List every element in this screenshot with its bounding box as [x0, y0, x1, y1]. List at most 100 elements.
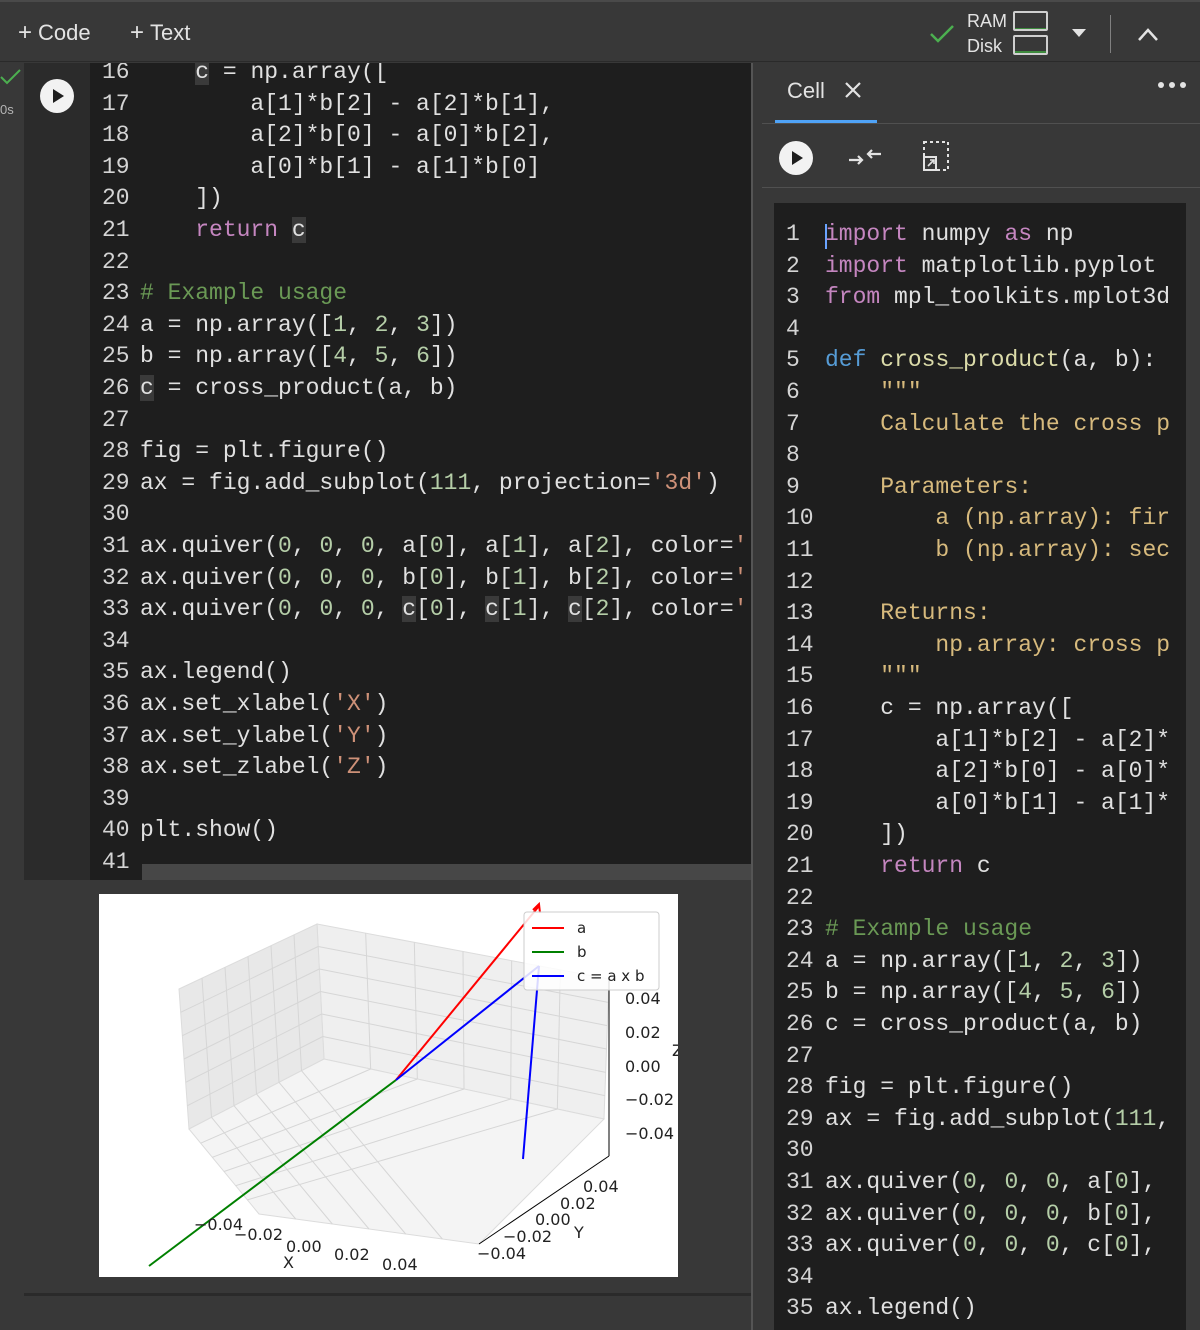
code-line: 9 Parameters: — [786, 472, 1032, 503]
code-line: 5 def cross_product(a, b): — [786, 345, 1156, 376]
code-line: 6 """ — [786, 377, 922, 408]
code-text: ax.quiver(0, 0, 0, c[0], c[1], c[2], col… — [140, 596, 748, 623]
code-text: b = np.array([4, 5, 6]) — [825, 979, 1143, 1006]
line-number: 23 — [786, 916, 814, 943]
move-cell-icon[interactable] — [847, 143, 883, 171]
code-line: 34 — [102, 626, 140, 657]
code-text: # Example usage — [825, 916, 1033, 943]
z-tick-label: 0.00 — [625, 1057, 661, 1076]
code-line: 27 — [786, 1041, 825, 1072]
code-text: ax.legend() — [825, 1295, 977, 1322]
execution-time: 0s — [0, 102, 14, 117]
y-tick-label: 0.04 — [583, 1177, 619, 1196]
code-text: b = np.array([4, 5, 6]) — [140, 343, 458, 370]
code-text: ax.quiver(0, 0, 0, b[0], — [825, 1200, 1157, 1227]
code-line: 10 a (np.array): fir — [786, 503, 1170, 534]
code-line: 19 a[0]*b[1] - a[1]* — [786, 788, 1170, 819]
code-line: 8 — [786, 440, 825, 471]
code-line: 23 # Example usage — [102, 278, 347, 309]
add-text-button[interactable]: + Text — [130, 16, 190, 50]
line-number: 1 — [786, 221, 800, 247]
disk-usage-bar[interactable] — [1013, 35, 1048, 55]
line-number: 29 — [102, 469, 130, 496]
line-number: 23 — [102, 280, 130, 307]
code-text: a[0]*b[1] - a[1]* — [825, 789, 1171, 816]
code-line: 41 — [102, 847, 140, 878]
code-text: a (np.array): fir — [935, 505, 1171, 532]
add-code-button[interactable]: + Code — [18, 16, 91, 50]
panel-toolbar-divider — [762, 187, 1200, 188]
code-line: 24 a = np.array([1, 2, 3]) — [786, 946, 1143, 977]
code-line: 11 b (np.array): sec — [786, 535, 1170, 566]
panel-code-editor[interactable]: 1 import numpy as np 2 import matplotlib.py… — [774, 203, 1186, 1330]
code-text: plt.show() — [140, 817, 279, 844]
line-number: 26 — [786, 1011, 814, 1037]
line-number: 25 — [786, 979, 814, 1006]
code-text: ax.set_ylabel('Y') — [140, 722, 389, 749]
code-text: ax.quiver(0, 0, 0, c[0], — [825, 1232, 1157, 1259]
code-text: ]) — [825, 821, 908, 848]
close-icon[interactable] — [843, 80, 863, 100]
code-text: from mpl_toolkits.mplot3d — [825, 284, 1171, 311]
tab-cell[interactable]: Cell — [787, 78, 825, 104]
y-axis-label: Y — [573, 1223, 584, 1242]
code-line: 25 b = np.array([4, 5, 6]) — [102, 341, 458, 372]
code-text: Parameters: — [880, 473, 1033, 500]
line-number: 3 — [786, 284, 800, 311]
code-line: 21 return c — [102, 215, 306, 246]
plot-legend: ab c = a x b — [523, 911, 660, 991]
code-line: 22 — [786, 883, 825, 914]
code-editor[interactable]: 16 c = np.array([17 a[1]*b[2] - a[2]*b[1… — [90, 63, 751, 880]
legend-label: a — [577, 919, 586, 937]
run-cell-button[interactable] — [40, 79, 74, 113]
line-number: 33 — [102, 596, 130, 623]
line-number: 10 — [786, 505, 814, 532]
code-line: 36 ax.set_xlabel('X') — [102, 689, 388, 720]
caret-down-icon[interactable] — [1070, 26, 1088, 40]
mirror-cell-icon[interactable] — [920, 139, 952, 173]
code-text: np.array: cross p — [935, 631, 1171, 658]
code-text: a = np.array([1, 2, 3]) — [825, 947, 1143, 974]
code-text: """ — [880, 379, 922, 405]
code-line: 14 np.array: cross p — [786, 630, 1170, 661]
ram-usage-bar[interactable] — [1013, 11, 1048, 31]
line-number: 17 — [102, 90, 130, 117]
line-number: 34 — [786, 1263, 814, 1290]
more-options-icon[interactable] — [1157, 78, 1187, 92]
code-line: 4 — [786, 314, 825, 345]
line-number: 40 — [102, 817, 130, 844]
editor-horizontal-scrollbar[interactable] — [142, 864, 751, 880]
code-text: import matplotlib.pyplot — [825, 252, 1157, 279]
code-text: ax.quiver(0, 0, 0, a[0], a[1], a[2], col… — [140, 533, 748, 559]
x-axis-label: X — [283, 1253, 294, 1272]
code-line: 16 c = np.array([ — [786, 693, 1073, 724]
add-text-label: Text — [150, 20, 191, 45]
code-line: 20 ]) — [786, 819, 908, 850]
left-gutter — [0, 63, 24, 1330]
code-text: c = np.array([ — [140, 63, 388, 85]
code-line: 17 a[1]*b[2] - a[2]* — [786, 725, 1170, 756]
z-axis-label: Z — [672, 1041, 678, 1060]
code-line: 28 fig = plt.figure() — [102, 436, 388, 467]
line-number: 18 — [102, 122, 130, 149]
code-text: a[2]*b[0] - a[0]*b[2], — [140, 122, 555, 149]
code-line: 16 c = np.array([ — [102, 63, 388, 88]
notebook-toolbar: + Code + Text RAM Disk — [0, 0, 1200, 62]
code-text: ax.set_xlabel('X') — [140, 691, 389, 717]
line-number: 5 — [786, 347, 800, 374]
panel-run-button[interactable] — [779, 141, 813, 175]
code-text: Returns: — [880, 600, 991, 627]
x-tick-label: 0.04 — [382, 1255, 418, 1274]
line-number: 22 — [102, 248, 130, 275]
chevron-up-icon[interactable] — [1136, 25, 1160, 45]
code-text: ax.legend() — [140, 659, 292, 686]
code-text: ax.quiver(0, 0, 0, a[0], — [825, 1169, 1157, 1195]
ram-usage-fill — [1015, 27, 1046, 29]
code-line: 21 return c — [786, 851, 991, 882]
executed-check-icon — [0, 69, 21, 85]
line-number: 37 — [102, 722, 130, 749]
code-line: 38 ax.set_zlabel('Z') — [102, 752, 388, 783]
disk-label: Disk — [967, 36, 1002, 56]
code-line: 35 ax.legend() — [786, 1293, 977, 1324]
code-line: 31 ax.quiver(0, 0, 0, a[0], — [786, 1167, 1156, 1198]
